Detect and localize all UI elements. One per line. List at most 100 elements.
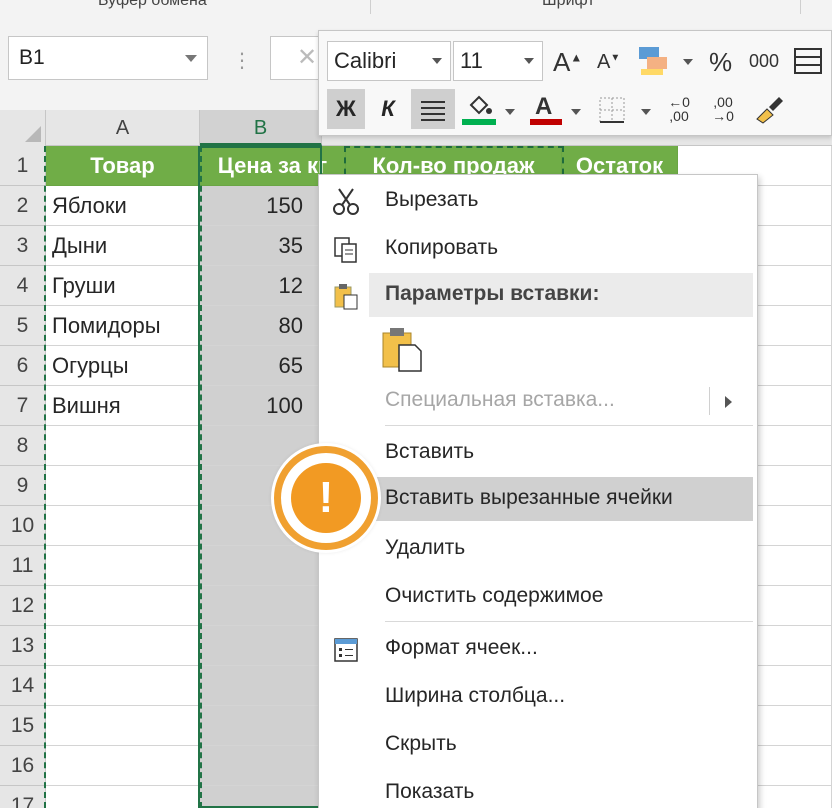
row-header[interactable]: 5 [0,306,46,346]
table-cell[interactable] [46,506,200,546]
bold-button[interactable]: Ж [327,89,365,129]
row-header[interactable]: 11 [0,546,46,586]
table-cell[interactable] [758,306,832,346]
menu-item-insert[interactable]: Вставить [319,431,757,475]
increase-decimal-button[interactable]: ←0 ,00 [659,95,699,123]
align-center-button[interactable] [411,89,455,129]
table-cell[interactable] [46,746,200,786]
row-header[interactable]: 17 [0,786,46,808]
row-header[interactable]: 8 [0,426,46,466]
row-header[interactable]: 16 [0,746,46,786]
menu-item-cut[interactable]: Вырезать [319,179,757,223]
table-cell[interactable] [758,586,832,626]
menu-item-copy[interactable]: Копировать [319,227,757,271]
header-cell-product[interactable]: Товар [46,146,200,186]
table-cell[interactable] [758,706,832,746]
table-cell[interactable]: Дыни [46,226,200,266]
column-header-a[interactable]: A [46,110,200,146]
row-header[interactable]: 15 [0,706,46,746]
row-header[interactable]: 14 [0,666,46,706]
table-cell[interactable] [758,226,832,266]
cell-styles-button[interactable] [637,43,671,79]
table-cell[interactable] [758,546,832,586]
menu-item-hide[interactable]: Скрыть [319,723,757,767]
menu-item-column-width[interactable]: Ширина столбца... [319,675,757,719]
chevron-down-icon[interactable] [524,58,534,64]
row-header[interactable]: 7 [0,386,46,426]
menu-item-unhide[interactable]: Показать [319,771,757,808]
row-header[interactable]: 2 [0,186,46,226]
chevron-down-icon[interactable] [571,109,581,115]
fill-color-button[interactable] [465,91,495,119]
table-cell[interactable] [200,666,322,706]
row-header[interactable]: 4 [0,266,46,306]
table-cell[interactable] [200,586,322,626]
row-header[interactable]: 6 [0,346,46,386]
table-cell[interactable]: Груши [46,266,200,306]
table-cell[interactable]: Вишня [46,386,200,426]
table-cell[interactable]: Яблоки [46,186,200,226]
table-cell[interactable] [46,426,200,466]
table-cell[interactable]: 100 [200,386,322,426]
menu-item-insert-cut-cells[interactable]: Вставить вырезанные ячейки [369,477,753,521]
comma-style-button[interactable]: 000 [749,51,779,72]
table-cell[interactable] [200,626,322,666]
table-cell[interactable] [46,666,200,706]
menu-item-paste-special[interactable]: Специальная вставка... [319,379,757,423]
grow-font-button[interactable]: A▲ [553,47,582,78]
table-cell[interactable] [46,466,200,506]
table-cell[interactable]: 12 [200,266,322,306]
table-cell[interactable]: 80 [200,306,322,346]
table-cell[interactable] [46,546,200,586]
table-cell[interactable] [758,346,832,386]
table-cell[interactable]: 150 [200,186,322,226]
table-cell[interactable] [758,466,832,506]
table-cell[interactable] [46,706,200,746]
chevron-down-icon[interactable] [641,109,651,115]
table-cell[interactable]: Помидоры [46,306,200,346]
table-cell[interactable] [200,786,322,808]
chevron-down-icon[interactable] [505,109,515,115]
font-size-combo[interactable]: 11 [453,41,543,81]
table-cell[interactable]: 65 [200,346,322,386]
table-cell[interactable] [46,586,200,626]
decrease-decimal-button[interactable]: ,00 →0 [703,95,743,123]
menu-item-clear-contents[interactable]: Очистить содержимое [319,575,757,619]
close-icon[interactable]: ✕ [297,43,317,72]
row-header[interactable]: 13 [0,626,46,666]
row-header[interactable]: 3 [0,226,46,266]
menu-item-format-cells[interactable]: Формат ячеек... [319,627,757,671]
chevron-right-icon[interactable] [725,396,732,408]
table-cell[interactable] [758,426,832,466]
table-cell[interactable] [758,666,832,706]
table-cell[interactable] [200,706,322,746]
paste-option-default[interactable] [319,321,757,377]
formula-bar-drag-handle-icon[interactable]: ⋮ [232,48,252,73]
row-header[interactable]: 1 [0,146,46,186]
row-header[interactable]: 12 [0,586,46,626]
table-cell[interactable] [758,626,832,666]
table-cell[interactable] [200,546,322,586]
row-header[interactable]: 10 [0,506,46,546]
chevron-down-icon[interactable] [432,58,442,64]
menu-item-delete[interactable]: Удалить [319,527,757,571]
shrink-font-button[interactable]: A▼ [597,51,620,74]
row-header[interactable]: 9 [0,466,46,506]
table-cell[interactable] [46,626,200,666]
table-cell[interactable] [758,746,832,786]
borders-button[interactable] [597,95,627,125]
format-painter-button[interactable] [753,93,787,125]
table-cell[interactable] [758,786,832,808]
font-name-combo[interactable]: Calibri [327,41,451,81]
format-table-button[interactable] [793,45,823,77]
name-box[interactable]: B1 [8,36,208,80]
table-cell[interactable] [758,386,832,426]
table-cell[interactable] [758,186,832,226]
italic-button[interactable]: К [371,89,405,129]
chevron-down-icon[interactable] [683,59,693,65]
table-cell[interactable] [200,746,322,786]
table-cell[interactable] [46,786,200,808]
percent-style-button[interactable]: % [709,47,732,78]
table-cell[interactable]: 35 [200,226,322,266]
column-header-b[interactable]: B [200,110,322,146]
